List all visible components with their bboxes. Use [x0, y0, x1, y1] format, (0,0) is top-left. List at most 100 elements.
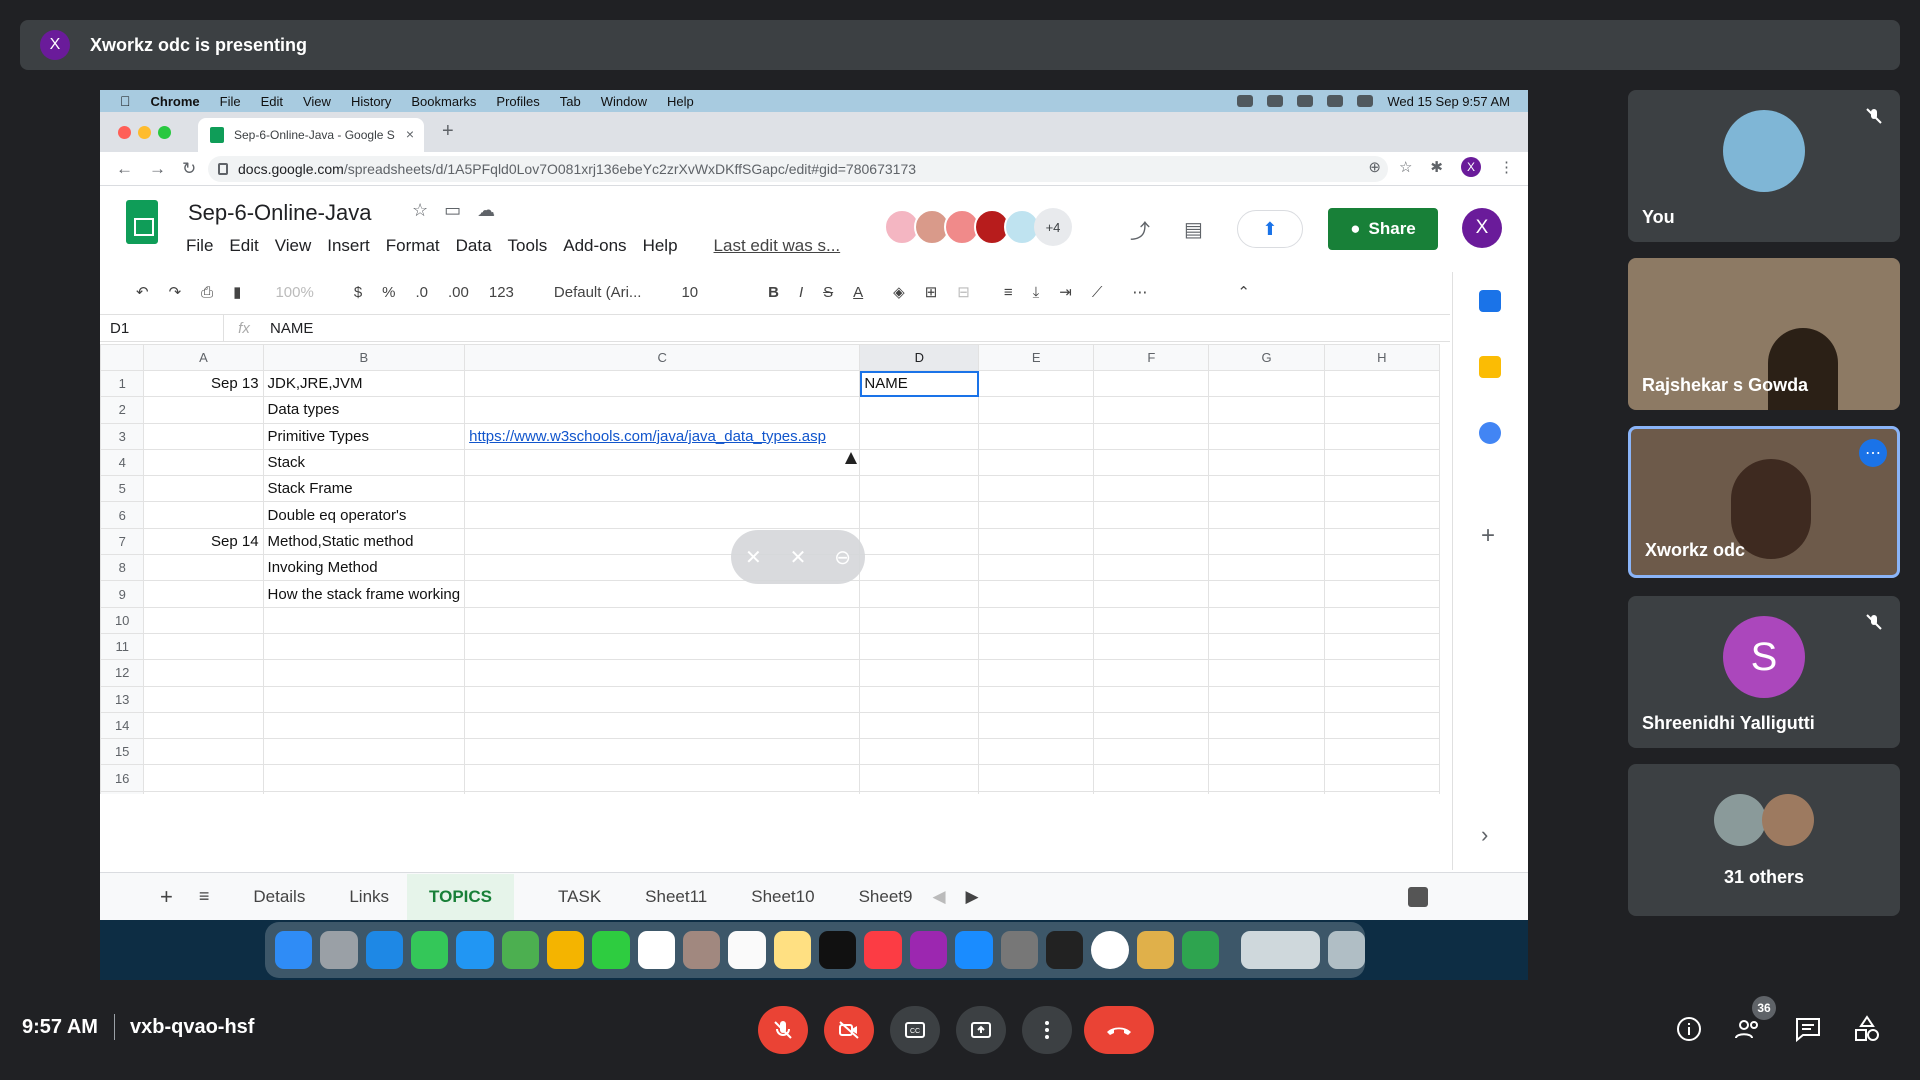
cell-f[interactable]: [1093, 764, 1210, 792]
row-header[interactable]: 7: [100, 527, 145, 556]
participant-tile-you[interactable]: You: [1628, 90, 1900, 242]
chrome-app-icon[interactable]: [1091, 931, 1129, 969]
column-header-g[interactable]: G: [1208, 344, 1325, 371]
vertical-align-icon[interactable]: ⤓: [1033, 284, 1040, 301]
cloud-status-icon[interactable]: ☁: [477, 200, 495, 221]
calendar-app-icon[interactable]: [637, 931, 676, 969]
cell-h[interactable]: [1323, 501, 1440, 529]
close-window-icon[interactable]: [118, 126, 131, 139]
cell-f[interactable]: [1093, 396, 1210, 424]
cell-c[interactable]: [464, 659, 861, 687]
cell-e[interactable]: [978, 396, 1095, 424]
name-box[interactable]: D1: [100, 315, 224, 341]
cell-d[interactable]: [859, 554, 980, 582]
cell-f[interactable]: [1093, 369, 1210, 398]
cell-g[interactable]: [1208, 501, 1325, 529]
cell-d[interactable]: [859, 738, 980, 766]
cell-b[interactable]: Stack: [262, 448, 466, 477]
more-options-button[interactable]: [1022, 1006, 1072, 1054]
paint-format-icon[interactable]: ▮: [233, 283, 241, 301]
menubar-bookmarks[interactable]: Bookmarks: [411, 94, 476, 109]
currency-format-button[interactable]: $: [354, 284, 362, 301]
menu-format[interactable]: Format: [386, 236, 440, 256]
cell-e[interactable]: [978, 448, 1095, 477]
lock-icon[interactable]: [218, 163, 228, 175]
cell-g[interactable]: [1208, 369, 1325, 398]
menu-edit[interactable]: Edit: [229, 236, 258, 256]
cell-e[interactable]: [978, 554, 1095, 582]
chrome-menu-icon[interactable]: ⋮: [1499, 158, 1514, 176]
cell-g[interactable]: [1208, 685, 1325, 713]
cell-f[interactable]: [1093, 632, 1210, 661]
cell-a[interactable]: [143, 396, 264, 424]
column-header-b[interactable]: B: [262, 344, 466, 371]
menu-data[interactable]: Data: [456, 236, 492, 256]
mute-icon[interactable]: ✕: [790, 545, 807, 570]
cell-d[interactable]: [859, 448, 980, 477]
cell-h[interactable]: [1323, 790, 1440, 794]
notes-icon[interactable]: [773, 931, 812, 969]
cell-c[interactable]: https://www.w3schools.com/java/java_data…: [464, 422, 861, 450]
cell-a[interactable]: [143, 711, 264, 740]
browser-tab[interactable]: Sep-6-Online-Java - Google S ×: [198, 118, 424, 152]
cell-b[interactable]: [262, 790, 466, 794]
battery-icon[interactable]: [1297, 95, 1314, 107]
cell-b[interactable]: Stack Frame: [262, 475, 466, 503]
cell-link[interactable]: https://www.w3schools.com/java/java_data…: [469, 428, 826, 445]
participant-tile-others[interactable]: 31 others: [1628, 764, 1900, 916]
star-icon[interactable]: ☆: [412, 200, 428, 221]
cell-e[interactable]: [978, 527, 1095, 556]
cell-f[interactable]: [1093, 711, 1210, 740]
menubar-profiles[interactable]: Profiles: [496, 94, 539, 109]
cell-d[interactable]: [859, 396, 980, 424]
menu-tools[interactable]: Tools: [508, 236, 548, 256]
cell-d[interactable]: [859, 711, 980, 740]
cell-g[interactable]: [1208, 554, 1325, 582]
launchpad-icon[interactable]: [320, 931, 358, 969]
leave-call-button[interactable]: [1084, 1006, 1154, 1054]
cell-b[interactable]: [262, 711, 466, 740]
cell-h[interactable]: [1323, 369, 1440, 398]
column-header-f[interactable]: F: [1093, 344, 1210, 371]
participant-tile-rajshekar[interactable]: Rajshekar s Gowda: [1628, 258, 1900, 410]
cell-d[interactable]: [859, 764, 980, 792]
meeting-code[interactable]: vxb-qvao-hsf: [130, 1016, 254, 1039]
row-header[interactable]: 6: [100, 501, 145, 529]
cell-g[interactable]: [1208, 396, 1325, 424]
add-addon-icon[interactable]: +: [1481, 522, 1495, 550]
cell-e[interactable]: [978, 685, 1095, 713]
cell-a[interactable]: [143, 475, 264, 503]
terminal-icon[interactable]: [1045, 931, 1084, 969]
reminders-icon[interactable]: [728, 931, 766, 969]
maps-icon[interactable]: [501, 931, 540, 969]
cell-h[interactable]: [1323, 396, 1440, 424]
text-color-icon[interactable]: A: [853, 284, 863, 301]
cell-g[interactable]: [1208, 422, 1325, 450]
menu-view[interactable]: View: [275, 236, 312, 256]
address-bar[interactable]: docs.google.com/spreadsheets/d/1A5PFqld0…: [208, 156, 1388, 182]
cell-b[interactable]: Primitive Types: [262, 422, 466, 450]
cell-f[interactable]: [1093, 685, 1210, 713]
app-store-icon[interactable]: [955, 931, 993, 969]
cell-b[interactable]: Data types: [262, 396, 466, 424]
cell-a[interactable]: Sep 14: [143, 527, 264, 556]
cell-b[interactable]: Invoking Method: [262, 554, 466, 582]
extensions-icon[interactable]: ✱: [1430, 158, 1443, 176]
cell-h[interactable]: [1323, 422, 1440, 450]
column-header-e[interactable]: E: [978, 344, 1095, 371]
cell-e[interactable]: [978, 790, 1095, 794]
atom-icon[interactable]: [1181, 931, 1220, 969]
all-sheets-icon[interactable]: ≡: [199, 886, 210, 907]
cell-e[interactable]: [978, 711, 1095, 740]
cell-d[interactable]: [859, 685, 980, 713]
camera-toggle-button[interactable]: [824, 1006, 874, 1054]
back-icon[interactable]: ←: [116, 159, 133, 179]
messages-icon[interactable]: [411, 931, 449, 969]
cell-a[interactable]: Sep 13: [143, 369, 264, 398]
more-options-icon[interactable]: ⋯: [1132, 283, 1147, 301]
cell-a[interactable]: [143, 790, 264, 794]
wifi-icon[interactable]: [1327, 95, 1344, 107]
trash-icon[interactable]: [1327, 931, 1366, 969]
cell-h[interactable]: [1323, 580, 1440, 608]
bookmark-star-icon[interactable]: ☆: [1399, 158, 1412, 176]
